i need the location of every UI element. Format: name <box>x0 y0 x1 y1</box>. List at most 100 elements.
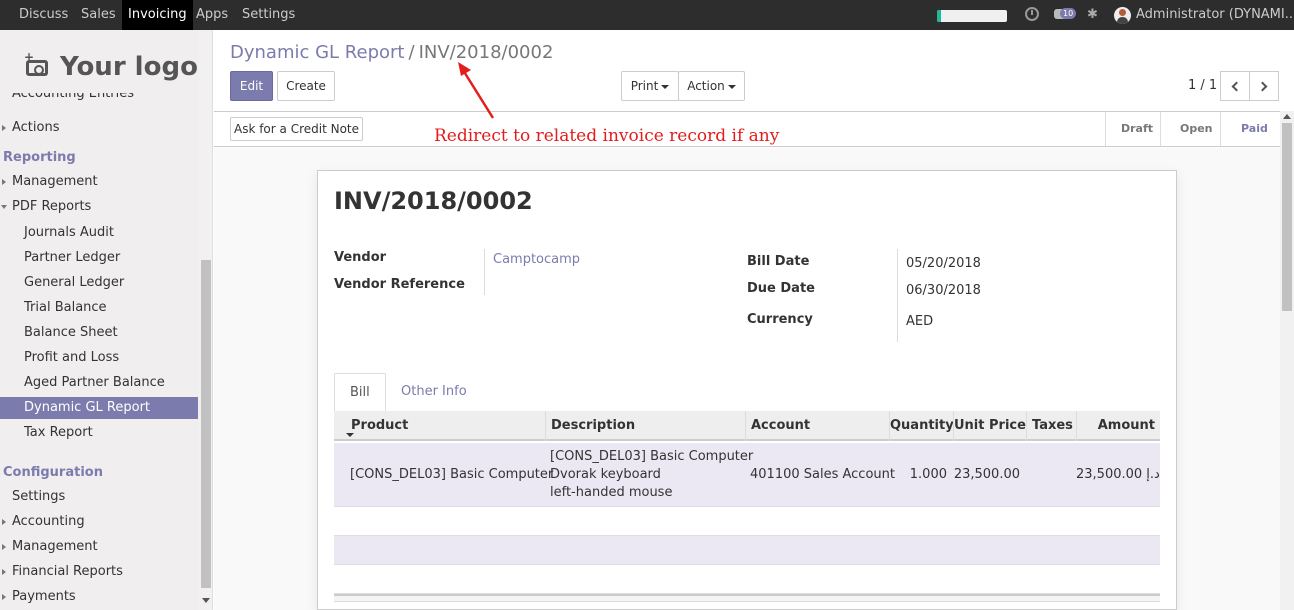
sidebar-item-actions[interactable]: Actions <box>0 117 198 139</box>
breadcrumb: Dynamic GL Report / INV/2018/0002 <box>230 42 553 63</box>
clock-icon[interactable] <box>1025 7 1039 21</box>
caret-right-icon <box>2 179 6 185</box>
breadcrumb-separator: / <box>408 42 415 63</box>
tab-bill[interactable]: Bill <box>334 373 386 413</box>
cell-unit-price: 23,500.00 <box>953 467 1020 482</box>
caret-right-icon <box>2 594 6 600</box>
credit-note-button[interactable]: Ask for a Credit Note <box>230 117 363 141</box>
sidebar: + Your logo Accounting Entries Actions R… <box>0 30 213 610</box>
column-quantity[interactable]: Quantity <box>889 411 954 441</box>
document-title: INV/2018/0002 <box>334 187 533 215</box>
main-scrollbar[interactable] <box>1280 111 1294 610</box>
create-button[interactable]: Create <box>277 71 335 101</box>
scroll-up-icon[interactable] <box>1283 114 1291 119</box>
cell-account: 401100 Sales Account <box>750 467 895 482</box>
user-menu[interactable]: Administrator (DYNAMI... <box>1136 0 1294 30</box>
sidebar-item-profit-and-loss[interactable]: Profit and Loss <box>0 347 198 369</box>
sidebar-item-balance-sheet[interactable]: Balance Sheet <box>0 322 198 344</box>
column-taxes[interactable]: Taxes <box>1026 411 1076 441</box>
sidebar-scrollbar-thumb[interactable] <box>201 260 211 588</box>
vendor-reference-label: Vendor Reference <box>334 277 465 292</box>
sidebar-scrollbar[interactable] <box>199 30 212 610</box>
message-count-badge: 10 <box>1060 8 1077 19</box>
column-amount[interactable]: Amount <box>1076 411 1160 441</box>
annotation-arrow <box>458 62 495 119</box>
caret-right-icon <box>2 519 6 525</box>
currency-value: AED <box>906 314 934 329</box>
bug-icon[interactable]: ✱ <box>1087 7 1098 22</box>
pager-previous-button[interactable] <box>1220 71 1250 101</box>
sidebar-item-settings[interactable]: Settings <box>0 486 198 508</box>
table-row-empty <box>334 507 1160 536</box>
caret-right-icon <box>2 544 6 550</box>
caret-down-icon <box>661 84 670 89</box>
caret-down-icon <box>1 205 7 209</box>
sidebar-item-tax-report[interactable]: Tax Report <box>0 422 198 444</box>
column-description[interactable]: Description <box>545 411 745 441</box>
cell-description-line-3: left-handed mouse <box>550 485 673 500</box>
print-dropdown[interactable]: Print <box>621 71 679 101</box>
sidebar-item-accounting[interactable]: Accounting <box>0 511 198 533</box>
sidebar-item-payments[interactable]: Payments <box>0 586 198 608</box>
chevron-left-icon <box>1231 81 1242 92</box>
progress-fill <box>937 10 941 22</box>
cell-description-line-2: Dvorak keyboard <box>550 467 661 482</box>
column-account[interactable]: Account <box>745 411 889 441</box>
chevron-right-icon <box>1257 81 1268 92</box>
action-dropdown[interactable]: Action <box>678 71 745 101</box>
sidebar-item-general-ledger[interactable]: General Ledger <box>0 272 198 294</box>
vendor-link[interactable]: Camptocamp <box>493 252 580 267</box>
stage-draft[interactable]: Draft <box>1121 112 1153 146</box>
menu-sales[interactable]: Sales <box>75 0 122 30</box>
edit-button[interactable]: Edit <box>230 71 273 101</box>
sidebar-item-management[interactable]: Management <box>0 171 198 193</box>
sidebar-item-dynamic-gl-report[interactable]: Dynamic GL Report <box>0 397 198 419</box>
form-sheet: INV/2018/0002 Vendor Vendor Reference Ca… <box>317 170 1177 610</box>
bill-date-label: Bill Date <box>747 254 810 269</box>
camera-icon <box>26 60 48 76</box>
sidebar-item-trial-balance[interactable]: Trial Balance <box>0 297 198 319</box>
sidebar-item-pdf-reports[interactable]: PDF Reports <box>0 196 198 218</box>
stage-divider <box>1220 112 1221 146</box>
breadcrumb-parent-link[interactable]: Dynamic GL Report <box>230 42 404 63</box>
sidebar-item-accounting-entries[interactable]: Accounting Entries <box>0 93 198 105</box>
menu-discuss[interactable]: Discuss <box>13 0 74 30</box>
pager-next-button[interactable] <box>1249 71 1279 101</box>
sidebar-item-partner-ledger[interactable]: Partner Ledger <box>0 247 198 269</box>
column-unit-price[interactable]: Unit Price <box>953 411 1026 441</box>
sidebar-section-reporting: Reporting <box>3 150 76 165</box>
table-header: Product Description Account Quantity Uni… <box>334 411 1160 441</box>
field-divider <box>484 249 485 295</box>
cell-product: [CONS_DEL03] Basic Computer <box>350 467 554 482</box>
due-date-label: Due Date <box>747 281 815 296</box>
avatar[interactable] <box>1114 7 1131 24</box>
menu-invoicing[interactable]: Invoicing <box>122 0 193 30</box>
main-scrollbar-thumb[interactable] <box>1282 123 1292 311</box>
stage-paid[interactable]: Paid <box>1241 112 1268 146</box>
vendor-label: Vendor <box>334 250 387 265</box>
sidebar-item-management-config[interactable]: Management <box>0 536 198 558</box>
column-product[interactable]: Product <box>346 411 546 441</box>
tab-other-info[interactable]: Other Info <box>386 373 482 413</box>
sidebar-item-financial-reports[interactable]: Financial Reports <box>0 561 198 583</box>
logo-text: Your logo <box>60 52 198 82</box>
caret-right-icon <box>2 569 6 575</box>
cell-description-line-1: [CONS_DEL03] Basic Computer <box>550 449 754 464</box>
top-navbar: Discuss Sales Invoicing Apps Settings 10… <box>0 0 1294 30</box>
table-row-empty <box>334 536 1160 565</box>
currency-label: Currency <box>747 312 813 327</box>
menu-apps[interactable]: Apps <box>190 0 234 30</box>
sidebar-item-journals-audit[interactable]: Journals Audit <box>0 222 198 244</box>
menu-settings[interactable]: Settings <box>236 0 301 30</box>
due-date-value: 06/30/2018 <box>906 283 981 298</box>
sidebar-item-aged-partner-balance[interactable]: Aged Partner Balance <box>0 372 198 394</box>
caret-right-icon <box>2 125 6 131</box>
caret-down-icon <box>727 84 736 89</box>
pager-counter[interactable]: 1 / 1 <box>1188 78 1217 93</box>
table-row[interactable]: [CONS_DEL03] Basic Computer [CONS_DEL03]… <box>334 443 1160 507</box>
cell-quantity: 1.000 <box>909 467 947 482</box>
scroll-down-icon[interactable] <box>202 598 210 603</box>
stage-divider <box>1105 112 1106 146</box>
onboarding-progress-bar[interactable] <box>937 10 1007 22</box>
stage-open[interactable]: Open <box>1180 112 1213 146</box>
